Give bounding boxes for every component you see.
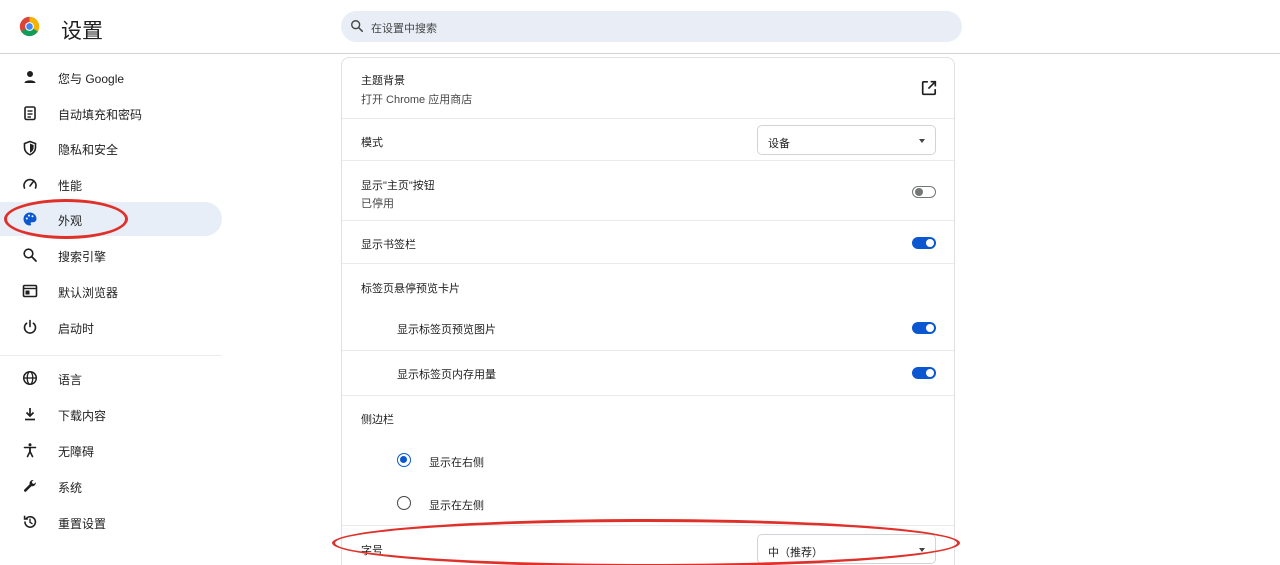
header-bar: 设置 在设置中搜索 — [0, 0, 1280, 54]
sidebar-item-label: 隐私和安全 — [58, 143, 119, 157]
open-in-new-icon[interactable] — [920, 79, 938, 97]
side-panel-left-radio[interactable] — [397, 496, 411, 510]
tab-preview-image-label: 显示标签页预览图片 — [397, 324, 496, 336]
home-button-toggle[interactable] — [912, 186, 936, 198]
toggle-knob — [915, 188, 923, 196]
sidebar-item-label: 重置设置 — [58, 517, 107, 531]
search-input[interactable]: 在设置中搜索 — [341, 11, 962, 42]
browser-icon — [22, 284, 38, 298]
sidebar-item-downloads[interactable]: 下载内容 — [0, 397, 222, 431]
theme-sublabel: 打开 Chrome 应用商店 — [361, 94, 473, 106]
person-icon — [24, 71, 36, 83]
sidebar-item-label: 外观 — [58, 214, 83, 228]
palette-icon — [23, 212, 37, 226]
home-button-label: 显示"主页"按钮 — [361, 180, 435, 192]
reset-icon — [23, 515, 37, 528]
sidebar-item-label: 无障碍 — [58, 445, 95, 459]
search-placeholder: 在设置中搜索 — [371, 23, 437, 35]
sidebar-item-label: 语言 — [58, 373, 83, 387]
bookmarks-bar-toggle[interactable] — [912, 237, 936, 249]
sidebar-item-languages[interactable]: 语言 — [0, 361, 222, 395]
sidebar-item-performance[interactable]: 性能 — [0, 167, 222, 201]
side-panel-right-label: 显示在右侧 — [429, 457, 484, 469]
font-size-row: 字号 中（推荐） — [342, 525, 954, 565]
wrench-icon — [23, 479, 36, 492]
sidebar-item-label: 自动填充和密码 — [58, 108, 143, 122]
sidebar-item-reset[interactable]: 重置设置 — [0, 505, 222, 539]
chevron-down-icon — [919, 548, 925, 552]
clipboard-icon — [24, 106, 36, 121]
sidebar-item-label: 搜索引擎 — [58, 250, 107, 264]
side-panel-header-row: 侧边栏 — [342, 395, 954, 439]
sidebar-item-label: 下载内容 — [58, 409, 107, 423]
side-panel-label: 侧边栏 — [361, 414, 394, 426]
globe-icon — [22, 370, 38, 386]
side-panel-left-option[interactable]: 显示在左侧 — [342, 482, 954, 525]
accessibility-icon — [23, 443, 37, 458]
speedometer-icon — [23, 178, 37, 189]
theme-row[interactable]: 主题背景 打开 Chrome 应用商店 — [342, 58, 954, 118]
sidebar-item-appearance[interactable]: 外观 — [0, 202, 222, 236]
sidebar-item-autofill[interactable]: 自动填充和密码 — [0, 96, 222, 130]
sidebar-item-you-and-google[interactable]: 您与 Google — [0, 60, 222, 94]
theme-label: 主题背景 — [361, 75, 405, 87]
sidebar-item-privacy[interactable]: 隐私和安全 — [0, 131, 222, 165]
sidebar-item-label: 性能 — [58, 179, 83, 193]
tab-preview-image-row[interactable]: 显示标签页预览图片 — [342, 307, 954, 350]
toggle-knob — [926, 239, 934, 247]
home-button-row[interactable]: 显示"主页"按钮 已停用 — [342, 160, 954, 220]
toggle-knob — [926, 324, 934, 332]
mode-row: 模式 设备 — [342, 118, 954, 160]
shield-icon — [23, 140, 37, 156]
sidebar-item-search-engine[interactable]: 搜索引擎 — [0, 238, 222, 272]
side-panel-left-label: 显示在左侧 — [429, 500, 484, 512]
side-panel-right-radio[interactable] — [397, 453, 411, 467]
sidebar-item-default-browser[interactable]: 默认浏览器 — [0, 274, 222, 308]
side-panel-right-option[interactable]: 显示在右侧 — [342, 439, 954, 482]
tab-memory-label: 显示标签页内存用量 — [397, 369, 496, 381]
power-icon — [23, 319, 37, 334]
mode-select[interactable]: 设备 — [757, 125, 936, 155]
search-icon — [351, 20, 364, 33]
appearance-settings-card: 主题背景 打开 Chrome 应用商店 模式 设备 显示"主页"按钮 已停用 显… — [341, 57, 955, 565]
chevron-down-icon — [919, 139, 925, 143]
home-button-sublabel: 已停用 — [361, 198, 394, 210]
sidebar-divider — [0, 355, 222, 356]
sidebar: 您与 Google 自动填充和密码 隐私和安全 性能 外观 搜索引擎 默认浏览器… — [0, 54, 230, 565]
sidebar-item-label: 您与 Google — [58, 72, 125, 86]
bookmarks-bar-label: 显示书签栏 — [361, 239, 416, 251]
sidebar-item-label: 启动时 — [58, 322, 95, 336]
sidebar-item-system[interactable]: 系统 — [0, 469, 222, 503]
chrome-logo-icon — [19, 16, 40, 37]
tab-hover-header-row: 标签页悬停预览卡片 — [342, 263, 954, 307]
sidebar-item-label: 默认浏览器 — [58, 286, 119, 300]
search-icon — [23, 248, 37, 262]
tab-hover-label: 标签页悬停预览卡片 — [361, 283, 460, 295]
font-size-select[interactable]: 中（推荐） — [757, 534, 936, 564]
font-size-label: 字号 — [361, 545, 383, 557]
mode-label: 模式 — [361, 137, 383, 149]
sidebar-item-accessibility[interactable]: 无障碍 — [0, 433, 222, 467]
tab-memory-toggle[interactable] — [912, 367, 936, 379]
font-size-select-value: 中（推荐） — [768, 547, 823, 559]
download-icon — [25, 408, 35, 421]
tab-memory-row[interactable]: 显示标签页内存用量 — [342, 350, 954, 395]
toggle-knob — [926, 369, 934, 377]
tab-preview-image-toggle[interactable] — [912, 322, 936, 334]
bookmarks-bar-row[interactable]: 显示书签栏 — [342, 220, 954, 263]
sidebar-item-on-startup[interactable]: 启动时 — [0, 310, 222, 344]
sidebar-item-label: 系统 — [58, 481, 83, 495]
mode-select-value: 设备 — [768, 138, 790, 150]
page-title: 设置 — [61, 20, 103, 43]
